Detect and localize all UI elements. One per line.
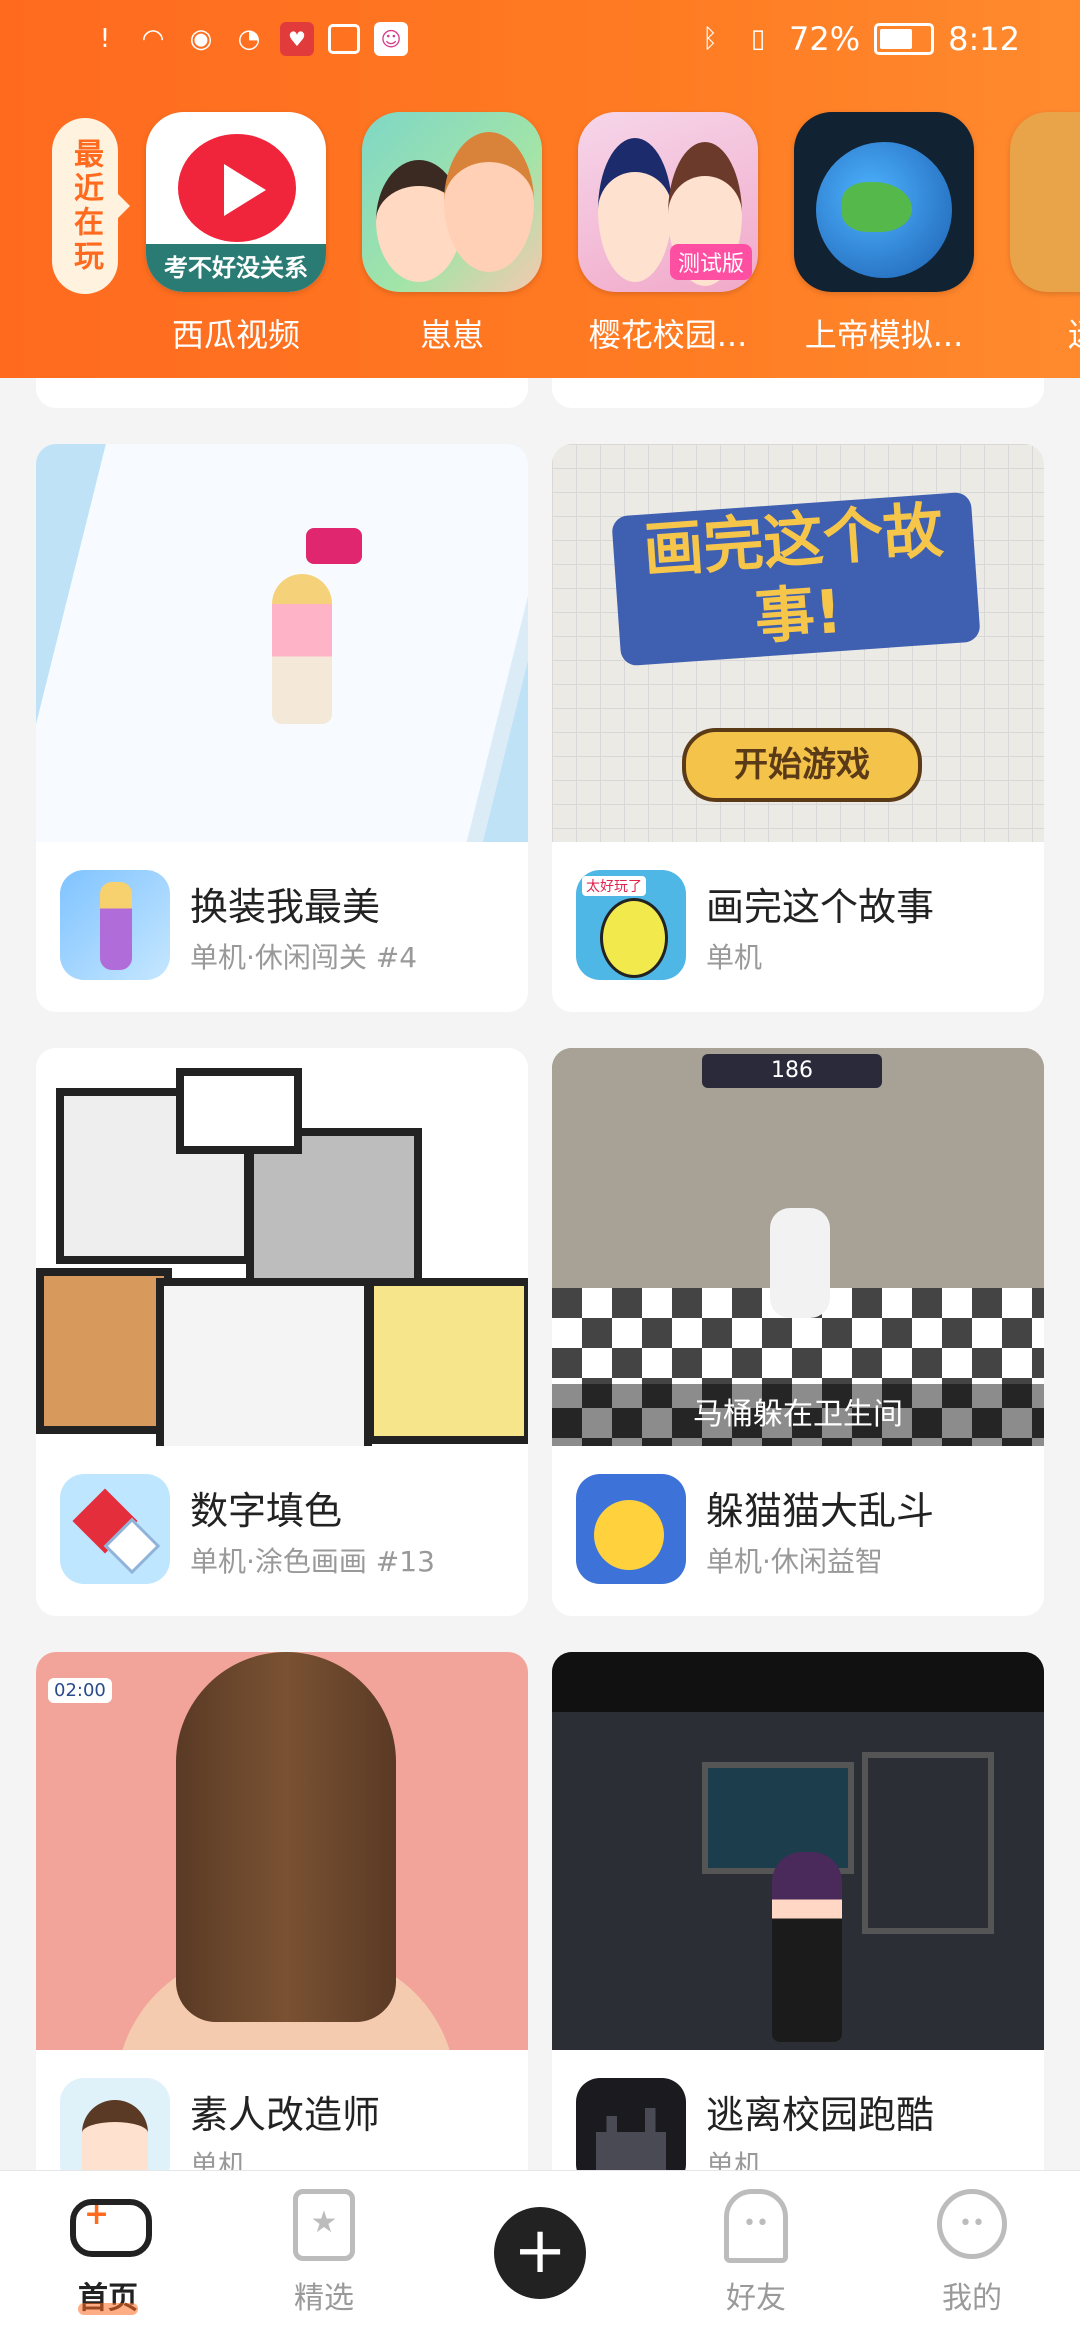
calendar-icon <box>328 24 360 54</box>
star-bookmark-icon: ★ <box>289 2189 359 2261</box>
bottom-navigation: 首页 ★ 精选 + •• 好友 •• 我的 <box>0 2170 1080 2341</box>
status-bar: ! ◠ ◉ ◔ ♥ ☺ ᛒ ▯ 72% 8:12 <box>0 0 1080 86</box>
game-tags: 单机·休闲闯关 #4 <box>190 941 418 974</box>
game-preview-image: 186 马桶躲在卫生间 <box>552 1048 1044 1446</box>
game-name: 躲猫猫大乱斗 <box>706 1489 935 1533</box>
game-card-dress-up[interactable]: 换装我最美 单机·休闲闯关 #4 <box>36 444 528 1012</box>
gamepad-icon <box>70 2189 152 2259</box>
icon-tag-text: 太好玩了 <box>582 876 646 896</box>
game-preview-image <box>36 444 528 842</box>
zaizai-app-icon <box>362 112 542 292</box>
nav-label: 精选 <box>294 2281 354 2316</box>
recent-item-zaizai[interactable]: 崽崽 <box>362 112 542 356</box>
plus-icon[interactable]: + <box>494 2207 586 2299</box>
smiley-icon: •• <box>937 2189 1007 2259</box>
battery-fill <box>880 29 912 49</box>
game-name: 画完这个故事 <box>706 885 935 929</box>
ghost-icon: •• <box>721 2189 791 2263</box>
score-hud: 186 <box>702 1054 882 1088</box>
game-tags: 单机 <box>706 941 763 974</box>
color-by-number-game-icon <box>60 1474 170 1584</box>
alert-icon: ! <box>99 24 111 54</box>
recent-item-mini[interactable]: 迷你 <box>1010 112 1080 356</box>
recent-item-name: 樱花校园... <box>588 316 748 354</box>
game-info: 躲猫猫大乱斗 单机·休闲益智 <box>552 1446 1044 1616</box>
face-app-icon: ☺ <box>374 22 408 56</box>
nav-friends[interactable]: •• 好友 <box>696 2189 816 2317</box>
game-tags: 单机·涂色画画 #13 <box>190 1545 435 1578</box>
preview-title: 画完这个故事! <box>611 491 981 667</box>
timer-label: 02:00 <box>48 1678 112 1703</box>
status-left-icons: ! ◠ ◉ ◔ ♥ ☺ <box>88 22 408 56</box>
xigua-icon-text: 考不好没关系 <box>146 244 326 292</box>
eye-icon: ◉ <box>189 24 213 54</box>
game-app-icon: ♥ <box>280 22 314 56</box>
battery-icon <box>874 23 935 55</box>
game-info: 换装我最美 单机·休闲闯关 #4 <box>36 842 528 1012</box>
game-card-makeover[interactable]: 02:00 素人改造师 单机 <box>36 1652 528 2220</box>
game-name: 逃离校园跑酷 <box>706 2093 935 2137</box>
game-name: 换装我最美 <box>190 885 381 929</box>
vibrate-icon: ▯ <box>750 24 766 54</box>
sakura-school-icon: 测试版 <box>578 112 758 292</box>
previous-card-left-edge <box>36 378 528 408</box>
recent-item-name: 迷你 <box>1010 310 1080 356</box>
bluetooth-icon: ᛒ <box>702 24 718 54</box>
game-name: 数字填色 <box>190 1489 343 1533</box>
game-card-draw-story[interactable]: 画完这个故事! 开始游戏 太好玩了 画完这个故事 单机 <box>552 444 1044 1012</box>
nav-label: 我的 <box>942 2281 1002 2316</box>
wifi-icon: ◠ <box>141 24 165 54</box>
draw-story-game-icon: 太好玩了 <box>576 870 686 980</box>
dress-up-game-icon <box>60 870 170 980</box>
hide-seek-game-icon <box>576 1474 686 1584</box>
game-card-hide-seek[interactable]: 186 马桶躲在卫生间 躲猫猫大乱斗 单机·休闲益智 <box>552 1048 1044 1616</box>
battery-percent: 72% <box>789 20 861 58</box>
recent-played-label: 最近在玩 <box>52 118 130 294</box>
recent-item-name: 崽崽 <box>419 316 484 354</box>
game-preview-image: 画完这个故事! 开始游戏 <box>552 444 1044 842</box>
status-right: ᛒ ▯ 72% 8:12 <box>693 20 1020 58</box>
xigua-video-icon: 考不好没关系 <box>146 112 326 292</box>
nav-home[interactable]: 首页 <box>48 2189 168 2316</box>
recent-played-list: 考不好没关系 西瓜视频 崽崽 测试版 樱花校园... 上帝模拟... 迷你 <box>146 112 1080 356</box>
preview-start-button: 开始游戏 <box>682 728 922 802</box>
game-name: 素人改造师 <box>190 2093 381 2137</box>
recent-item-name: 西瓜视频 <box>171 316 300 354</box>
alarm-icon: ◔ <box>237 24 261 54</box>
game-card-escape-school[interactable]: 逃离校园跑酷 单机 <box>552 1652 1044 2220</box>
game-preview-image <box>552 1652 1044 2050</box>
game-info: 太好玩了 画完这个故事 单机 <box>552 842 1044 1012</box>
clock: 8:12 <box>948 20 1020 58</box>
header: ! ◠ ◉ ◔ ♥ ☺ ᛒ ▯ 72% 8:12 最近在玩 考不好没关系 西瓜视… <box>0 0 1080 378</box>
preview-caption: 马桶躲在卫生间 <box>552 1384 1044 1446</box>
previous-card-right-edge <box>552 378 1044 408</box>
game-info: 数字填色 单机·涂色画画 #13 <box>36 1446 528 1616</box>
game-tags: 单机·休闲益智 <box>706 1545 883 1578</box>
game-card-color-by-number[interactable]: 数字填色 单机·涂色画画 #13 <box>36 1048 528 1616</box>
game-preview-image <box>36 1048 528 1446</box>
recent-item-sakura[interactable]: 测试版 樱花校园... <box>578 112 758 356</box>
recent-item-god-sim[interactable]: 上帝模拟... <box>794 112 974 356</box>
test-version-badge: 测试版 <box>669 244 752 280</box>
nav-me[interactable]: •• 我的 <box>912 2189 1032 2317</box>
nav-label: 好友 <box>726 2281 786 2316</box>
game-preview-image: 02:00 <box>36 1652 528 2050</box>
recent-item-name: 上帝模拟... <box>804 316 964 354</box>
mini-world-icon <box>1010 112 1080 292</box>
god-simulator-icon <box>794 112 974 292</box>
recent-item-xigua[interactable]: 考不好没关系 西瓜视频 <box>146 112 326 356</box>
nav-label: 首页 <box>48 2273 168 2316</box>
nav-featured[interactable]: ★ 精选 <box>264 2189 384 2317</box>
